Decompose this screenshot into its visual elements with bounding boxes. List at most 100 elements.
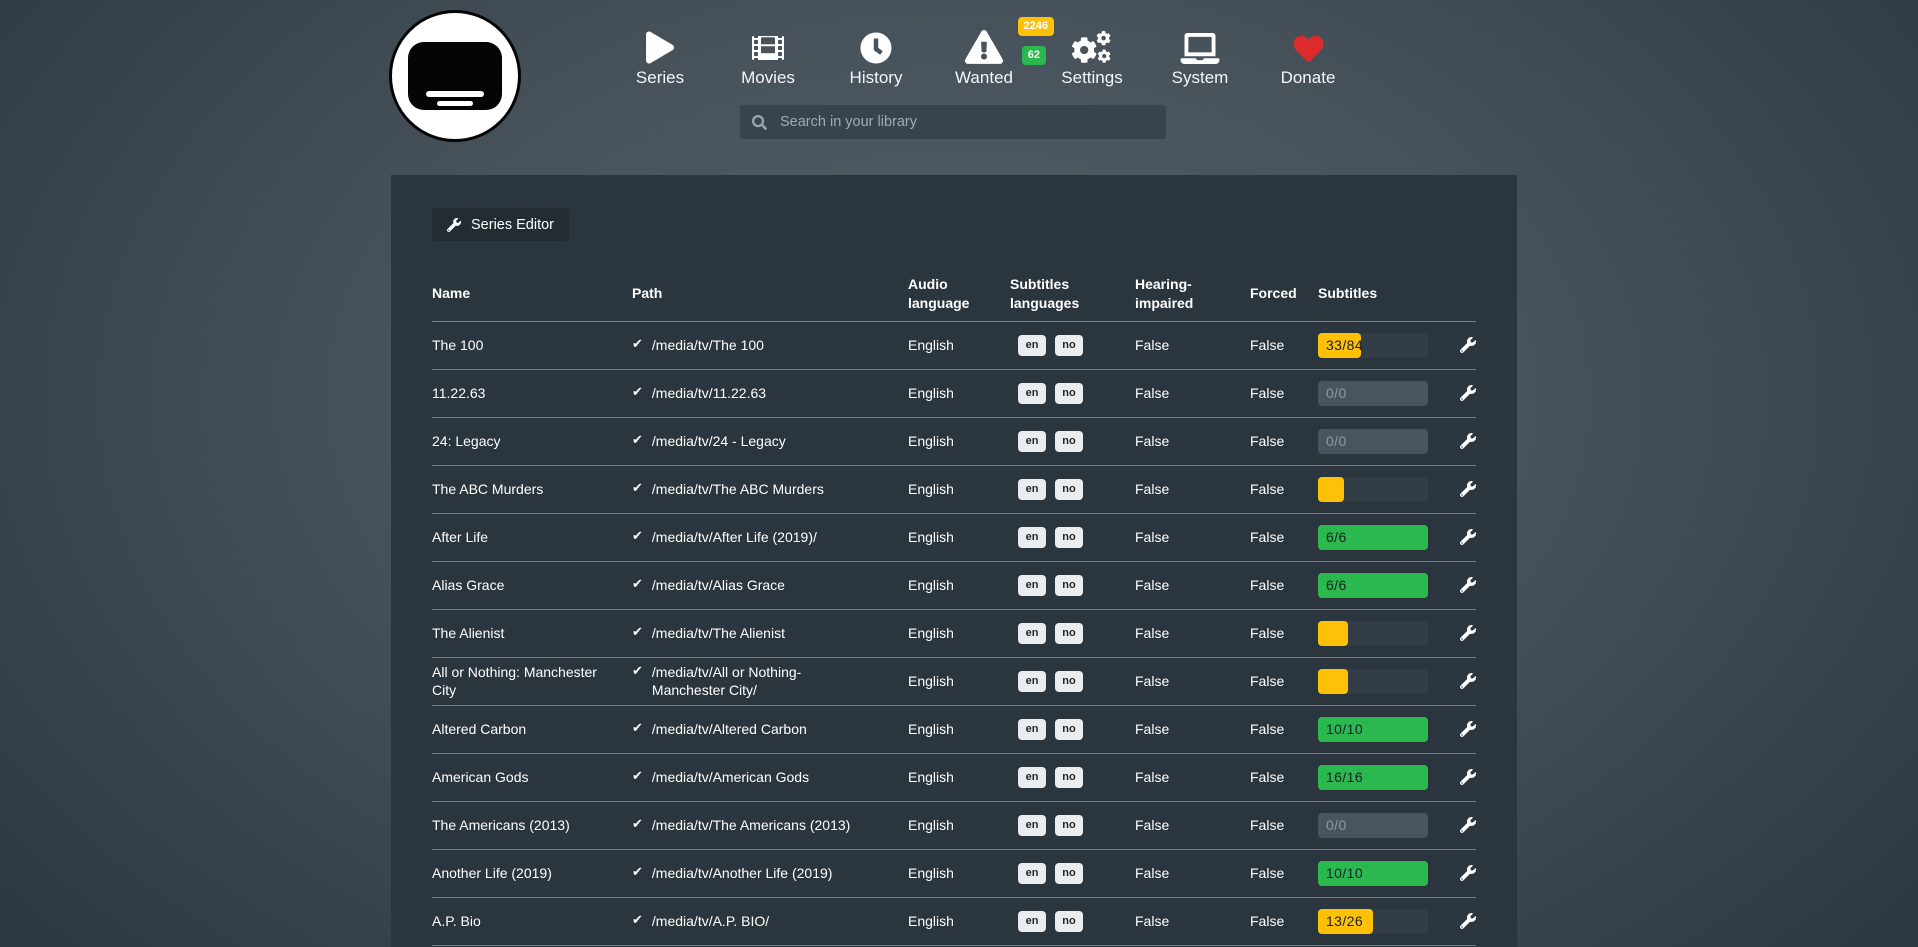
nav-item-system[interactable]: System	[1146, 24, 1254, 88]
language-badge: en	[1018, 431, 1046, 452]
audio-language: English	[908, 913, 1010, 929]
check-icon: ✔	[632, 624, 643, 641]
search-input[interactable]	[778, 113, 1154, 131]
series-name[interactable]: After Life	[432, 528, 632, 546]
wrench-icon	[1460, 769, 1476, 785]
nav-item-series[interactable]: Series	[606, 24, 714, 88]
edit-series-button[interactable]	[1460, 817, 1476, 833]
library-search	[740, 105, 1166, 139]
series-name[interactable]: Altered Carbon	[432, 720, 632, 738]
edit-series-button[interactable]	[1460, 625, 1476, 641]
language-badge: no	[1055, 719, 1083, 740]
nav-item-history[interactable]: History	[822, 24, 930, 88]
series-name[interactable]: The ABC Murders	[432, 480, 632, 498]
subtitles-progress-label: 0/0	[1326, 813, 1347, 838]
nav-item-donate[interactable]: Donate	[1254, 24, 1362, 88]
edit-series-button[interactable]	[1460, 385, 1476, 401]
edit-series-button[interactable]	[1460, 673, 1476, 689]
subtitles-progress-fill	[1318, 669, 1348, 694]
language-badge: no	[1055, 767, 1083, 788]
language-badge: en	[1018, 335, 1046, 356]
subtitles-progress-bar: 13/26	[1318, 909, 1428, 934]
series-path: ✔ /media/tv/The 100	[632, 336, 908, 354]
audio-language: English	[908, 721, 1010, 737]
header-audio-language: Audio language	[908, 275, 1010, 313]
audio-language: English	[908, 481, 1010, 497]
subtitles-progress-label: 0/0	[1326, 429, 1347, 454]
series-path: ✔ /media/tv/American Gods	[632, 768, 908, 786]
hearing-impaired-value: False	[1135, 913, 1250, 929]
series-name[interactable]: The Alienist	[432, 624, 632, 642]
series-path-text: /media/tv/The 100	[652, 336, 764, 354]
language-badge: no	[1055, 335, 1083, 356]
series-name[interactable]: The Americans (2013)	[432, 816, 632, 834]
forced-value: False	[1250, 769, 1318, 785]
subtitles-progress: 10/10	[1318, 717, 1445, 742]
language-badge: en	[1018, 719, 1046, 740]
edit-series-button[interactable]	[1460, 433, 1476, 449]
series-path-text: /media/tv/A.P. BIO/	[652, 912, 769, 930]
edit-series-button[interactable]	[1460, 769, 1476, 785]
language-badge: no	[1055, 815, 1083, 836]
series-name[interactable]: All or Nothing: Manchester City	[432, 663, 632, 699]
series-name[interactable]: 11.22.63	[432, 384, 632, 402]
series-name[interactable]: American Gods	[432, 768, 632, 786]
edit-series-button[interactable]	[1460, 577, 1476, 593]
subtitles-languages: enno	[1010, 335, 1135, 356]
forced-value: False	[1250, 337, 1318, 353]
series-name[interactable]: The 100	[432, 336, 632, 354]
series-path: ✔ /media/tv/24 - Legacy	[632, 432, 908, 450]
subtitles-progress: 33/84	[1318, 333, 1445, 358]
subtitles-progress-label: 10/10	[1326, 861, 1363, 886]
forced-value: False	[1250, 529, 1318, 545]
subtitles-progress-bar: 10/10	[1318, 861, 1428, 886]
subtitles-languages: enno	[1010, 671, 1135, 692]
forced-value: False	[1250, 385, 1318, 401]
wrench-icon	[1460, 433, 1476, 449]
series-path: ✔ /media/tv/The Americans (2013)	[632, 816, 908, 834]
bazarr-logo[interactable]	[389, 10, 521, 142]
audio-language: English	[908, 865, 1010, 881]
language-badge: en	[1018, 479, 1046, 500]
subtitles-progress-label: 0/0	[1326, 381, 1347, 406]
edit-series-button[interactable]	[1460, 481, 1476, 497]
subtitles-progress-bar: 0/0	[1318, 381, 1428, 406]
edit-series-button[interactable]	[1460, 529, 1476, 545]
header-path: Path	[632, 284, 908, 303]
subtitles-progress-bar: 6/6	[1318, 573, 1428, 598]
series-name[interactable]: Alias Grace	[432, 576, 632, 594]
subtitles-progress-fill	[1318, 477, 1344, 502]
series-editor-button[interactable]: Series Editor	[432, 208, 569, 241]
forced-value: False	[1250, 721, 1318, 737]
series-panel: Series Editor Name Path Audio language S…	[391, 175, 1517, 947]
audio-language: English	[908, 433, 1010, 449]
edit-series-button[interactable]	[1460, 865, 1476, 881]
series-name[interactable]: A.P. Bio	[432, 912, 632, 930]
series-path: ✔ /media/tv/A.P. BIO/	[632, 912, 908, 930]
subtitles-languages: enno	[1010, 911, 1135, 932]
hearing-impaired-value: False	[1135, 433, 1250, 449]
nav-item-wanted[interactable]: Wanted 2246 62	[930, 24, 1038, 88]
language-badge: en	[1018, 911, 1046, 932]
wrench-icon	[1460, 865, 1476, 881]
series-path-text: /media/tv/Another Life (2019)	[652, 864, 833, 882]
hearing-impaired-value: False	[1135, 673, 1250, 689]
series-name[interactable]: 24: Legacy	[432, 432, 632, 450]
logo-screen-icon	[408, 42, 502, 110]
subtitles-progress: 0/0	[1318, 813, 1445, 838]
series-name[interactable]: Another Life (2019)	[432, 864, 632, 882]
series-path: ✔ /media/tv/11.22.63	[632, 384, 908, 402]
nav-item-settings[interactable]: Settings	[1038, 24, 1146, 88]
subtitles-progress-bar	[1318, 621, 1428, 646]
header-name: Name	[432, 284, 632, 303]
edit-series-button[interactable]	[1460, 913, 1476, 929]
edit-series-button[interactable]	[1460, 337, 1476, 353]
subtitles-progress: 6/6	[1318, 573, 1445, 598]
subtitles-progress: 6/6	[1318, 525, 1445, 550]
subtitles-progress	[1318, 669, 1445, 694]
header-forced: Forced	[1250, 284, 1318, 303]
edit-series-button[interactable]	[1460, 721, 1476, 737]
language-badge: en	[1018, 767, 1046, 788]
subtitles-progress-bar: 16/16	[1318, 765, 1428, 790]
nav-item-movies[interactable]: Movies	[714, 24, 822, 88]
